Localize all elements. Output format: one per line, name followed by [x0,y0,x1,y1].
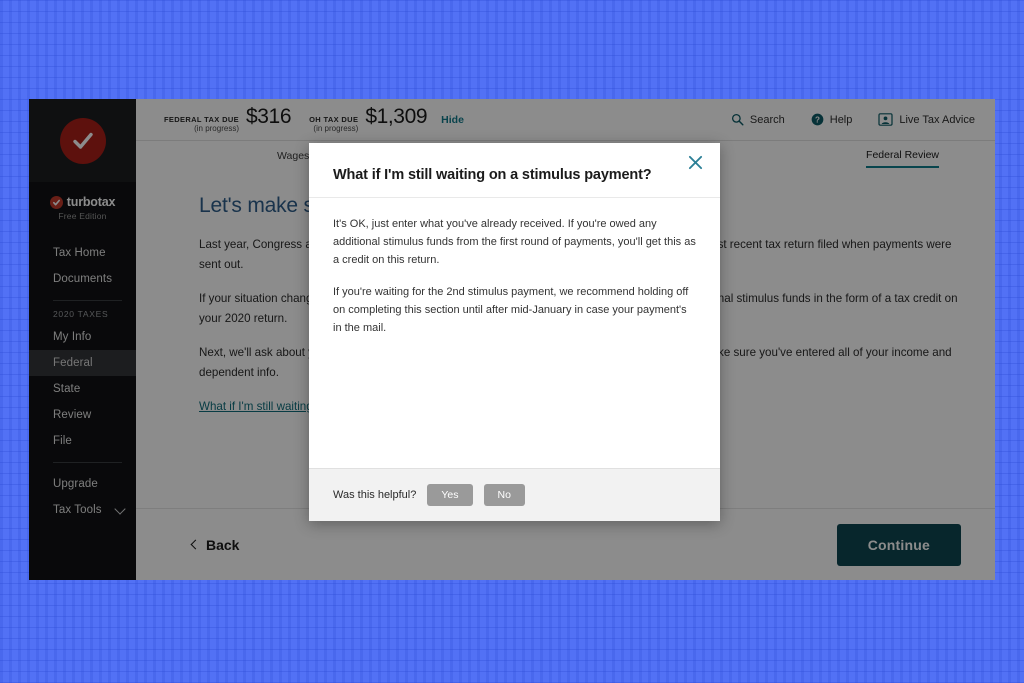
sidebar-divider [53,300,122,301]
tab-federal-review[interactable]: Federal Review [866,149,939,168]
sidebar-item-upgrade[interactable]: Upgrade [29,471,136,497]
help-label: Help [829,113,853,126]
svg-text:?: ? [815,115,820,124]
state-tax-due: OH TAX DUE (in progress) $1,309 Hide [309,105,464,135]
sidebar-item-my-info[interactable]: My Info [29,324,136,350]
sidebar-item-file[interactable]: File [29,428,136,454]
hide-amounts-link[interactable]: Hide [441,114,464,126]
sidebar-item-review[interactable]: Review [29,402,136,428]
sidebar-item-documents[interactable]: Documents [29,266,136,292]
search-icon [731,113,744,126]
top-bar-actions: Search ? Help Live Tax Advice [731,113,975,126]
federal-tax-due-amount: $316 [245,104,292,128]
modal-paragraph: It's OK, just enter what you've already … [333,218,696,266]
close-icon[interactable] [684,151,706,173]
chevron-left-icon [190,539,201,550]
sidebar: turbotax Free Edition Tax Home Documents… [29,99,136,580]
help-modal: What if I'm still waiting on a stimulus … [309,143,720,521]
sidebar-item-label: Review [53,409,92,421]
federal-tax-due-status: (in progress) [194,124,239,134]
chevron-down-icon [113,502,126,515]
brand-block: turbotax Free Edition [29,182,136,230]
sidebar-item-label: Tax Tools [53,504,102,516]
back-label: Back [206,536,240,553]
sidebar-divider-2 [53,462,122,463]
live-advice-label: Live Tax Advice [899,113,975,126]
federal-tax-due: FEDERAL TAX DUE (in progress) $316 [164,104,292,135]
live-tax-advice-button[interactable]: Live Tax Advice [878,113,975,126]
modal-body: It's OK, just enter what you've already … [309,198,720,468]
sidebar-nav: Tax Home Documents 2020 TAXES My Info Fe… [29,230,136,523]
search-button[interactable]: Search [731,113,785,126]
sidebar-item-tax-home[interactable]: Tax Home [29,240,136,266]
sidebar-item-label: My Info [53,331,92,343]
sidebar-item-label: State [53,383,81,395]
sidebar-item-federal[interactable]: Federal [29,350,136,376]
modal-header: What if I'm still waiting on a stimulus … [309,143,720,198]
sidebar-item-label: Federal [53,357,93,369]
helpful-no-button[interactable]: No [483,484,525,506]
modal-paragraph: If you're waiting for the 2nd stimulus p… [333,286,689,335]
search-label: Search [749,113,785,126]
federal-tax-due-label: FEDERAL TAX DUE [164,114,239,124]
brand-check-icon [49,195,63,209]
helpful-yes-button[interactable]: Yes [427,484,473,506]
sidebar-item-label: File [53,435,72,447]
state-tax-due-label: OH TAX DUE [309,114,359,124]
sidebar-item-label: Documents [53,273,113,285]
sidebar-item-label: Tax Home [53,247,106,259]
sidebar-item-state[interactable]: State [29,376,136,402]
sidebar-item-label: Upgrade [53,478,98,490]
state-tax-due-status: (in progress) [313,124,359,134]
sidebar-group-label: 2020 TAXES [53,309,109,319]
continue-button[interactable]: Continue [836,523,961,566]
back-button[interactable]: Back [190,536,240,553]
top-bar: FEDERAL TAX DUE (in progress) $316 OH TA… [136,99,995,140]
modal-footer: Was this helpful? Yes No [309,468,720,521]
state-tax-due-amount: $1,309 [365,104,428,128]
helpful-question: Was this helpful? [333,489,417,501]
sidebar-item-tax-tools[interactable]: Tax Tools [29,497,136,523]
brand-name: turbotax [66,195,116,209]
tab-label: Federal Review [866,149,939,161]
help-icon: ? [811,113,824,126]
brand-edition: Free Edition [58,211,107,221]
modal-title: What if I'm still waiting on a stimulus … [333,167,652,183]
checkmark-badge-icon [59,117,106,164]
sidebar-logo [29,99,136,182]
live-advice-icon [878,113,893,126]
help-button[interactable]: ? Help [811,113,853,126]
